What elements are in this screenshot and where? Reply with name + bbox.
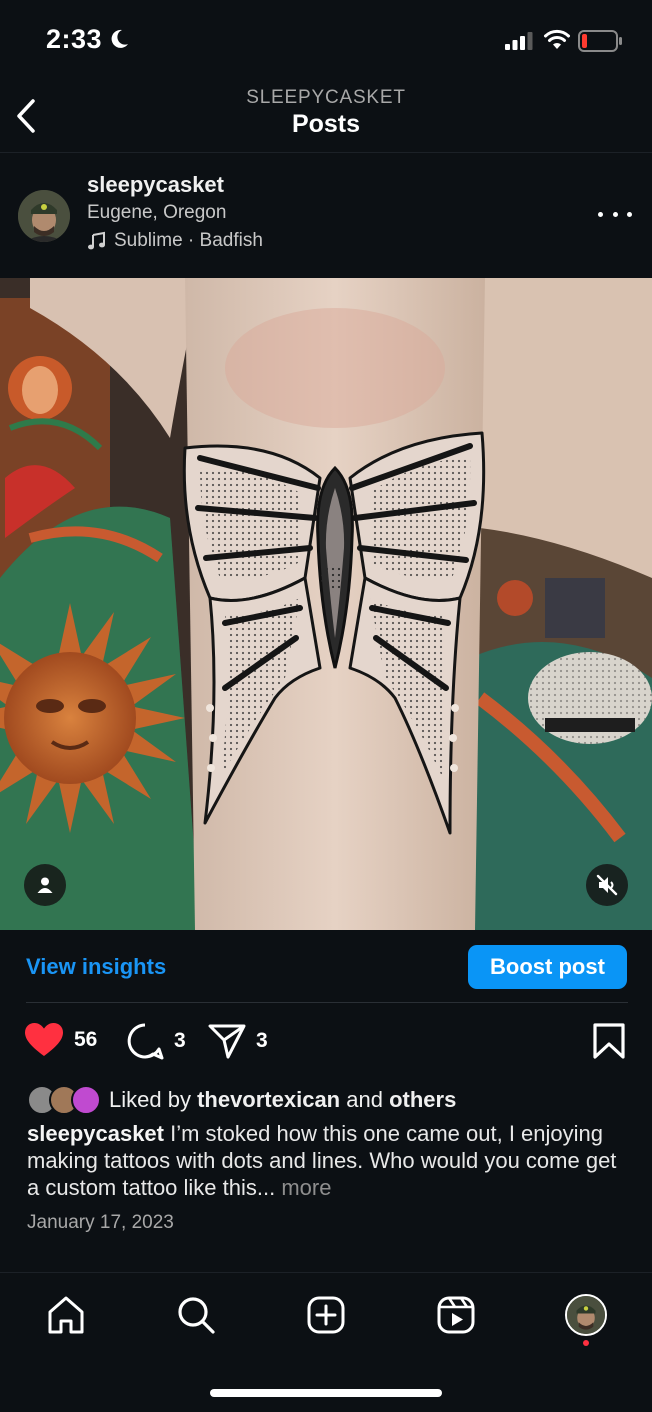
search-icon [178,1297,215,1334]
moon-icon [111,29,128,48]
post-caption: sleepycasket I’m stoked how this one cam… [27,1120,627,1201]
comment-icon [127,1023,164,1060]
signal-icon [505,32,533,50]
liked-by-others[interactable]: others [389,1087,456,1112]
music-text: Sublime · Badfish [114,230,263,251]
more-dot [627,211,632,217]
notification-dot [583,1340,589,1346]
insights-row: View insights Boost post [26,930,628,1003]
likes-count: 56 [74,1028,98,1051]
music-label[interactable]: Sublime · Badfish [87,230,263,252]
more-horizontal-icon [598,211,603,217]
caption-more-link[interactable]: more [275,1175,331,1200]
boost-post-button[interactable]: Boost post [468,945,627,989]
comments-count: 3 [174,1029,186,1052]
view-insights-link[interactable]: View insights [26,954,166,980]
create-icon [307,1296,345,1334]
save-button[interactable] [592,1022,626,1060]
nav-create[interactable] [304,1293,348,1337]
post-date: January 17, 2023 [27,1212,174,1233]
home-icon [48,1296,84,1334]
mute-toggle-button[interactable] [586,864,628,906]
like-button[interactable]: 56 [24,1022,97,1058]
home-indicator[interactable] [210,1389,442,1397]
liker-avatars [27,1085,101,1115]
bookmark-icon [593,1023,625,1059]
liked-by-and: and [340,1087,390,1112]
header-account-name: SLEEPYCASKET [246,87,406,108]
post-header: sleepycasket Eugene, Oregon Sublime · Ba… [0,160,652,276]
avatar [71,1085,101,1115]
nav-home[interactable] [44,1293,88,1337]
header: SLEEPYCASKET Posts [0,80,652,153]
heart-filled-icon [25,1023,63,1056]
shares-count: 3 [256,1029,268,1052]
share-button[interactable]: 3 [208,1022,268,1060]
nav-search[interactable] [174,1293,218,1337]
post-photo[interactable] [0,278,652,930]
more-dot [612,211,618,217]
caption-username[interactable]: sleepycasket [27,1121,164,1146]
page-title: Posts [291,110,361,138]
send-icon [208,1024,246,1059]
screen: 2:33 SLEEPYCASKET Posts sleepycasket Eug… [0,0,652,1412]
liked-by-text: Liked by thevortexican and others [109,1087,456,1113]
tag-people-button[interactable] [24,864,66,906]
status-bar: 2:33 [0,0,652,80]
liked-by-row[interactable]: Liked by thevortexican and others [27,1084,456,1116]
avatar[interactable] [18,190,70,242]
liked-by-prefix: Liked by [109,1087,198,1112]
post-actions: 56 3 3 [24,1022,628,1066]
speaker-muted-icon [596,874,618,896]
more-options-button[interactable] [598,204,632,224]
battery-icon [578,30,622,52]
nav-reels[interactable] [434,1293,478,1337]
profile-avatar [565,1294,607,1336]
reels-icon [437,1296,475,1334]
post-username[interactable]: sleepycasket [87,172,224,198]
post-location[interactable]: Eugene, Oregon [87,202,226,224]
nav-profile[interactable] [564,1293,608,1337]
music-note-icon [88,231,105,250]
liker-username[interactable]: thevortexican [197,1087,340,1112]
comment-button[interactable]: 3 [126,1022,186,1060]
wifi-icon [544,29,570,49]
status-time: 2:33 [46,24,103,54]
person-tag-icon [37,877,53,893]
